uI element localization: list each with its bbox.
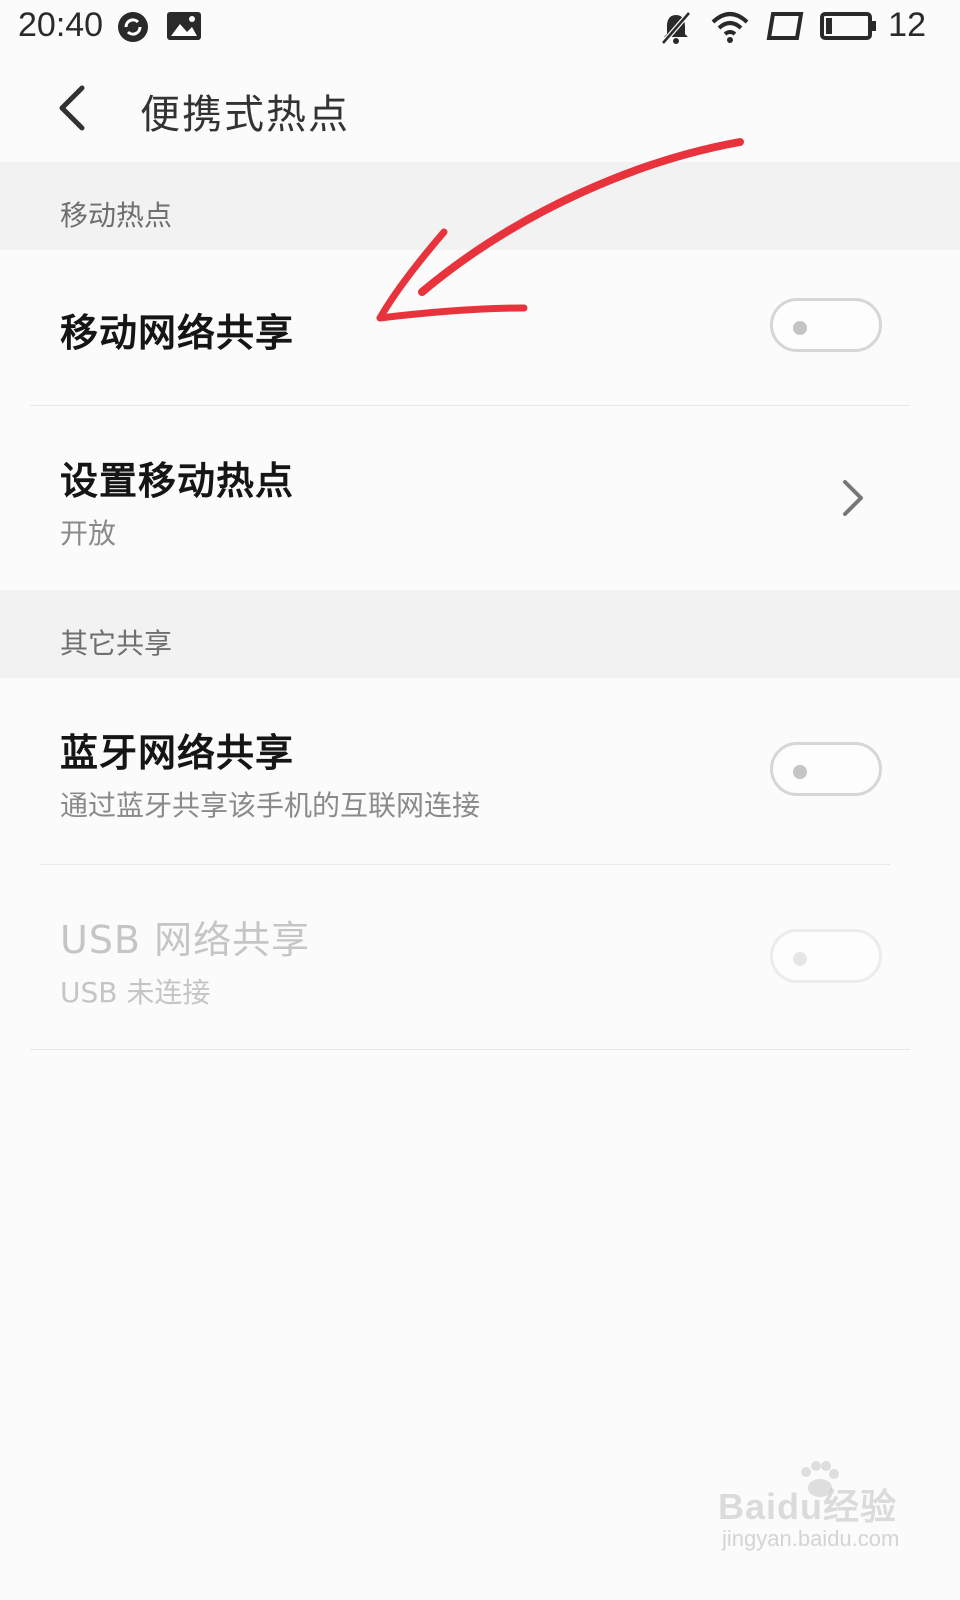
row-subtitle: 通过蓝牙共享该手机的互联网连接 — [60, 789, 481, 822]
silent-bell-icon — [658, 10, 694, 50]
toggle-knob — [793, 321, 807, 335]
bluetooth-sharing-toggle[interactable] — [770, 742, 882, 796]
status-bar: 20:40 12 — [0, 0, 960, 56]
screen-rotation-icon — [766, 10, 804, 46]
toggle-knob — [793, 952, 807, 966]
image-notification-icon — [166, 10, 202, 46]
battery-icon — [820, 10, 878, 46]
mobile-network-sharing-toggle[interactable] — [770, 298, 882, 352]
row-subtitle: 开放 — [60, 517, 117, 550]
row-setup-mobile-hotspot[interactable]: 设置移动热点 开放 — [0, 406, 960, 590]
section-header-other-sharing: 其它共享 — [0, 590, 960, 678]
row-title: 蓝牙网络共享 — [60, 731, 295, 775]
chevron-right-icon — [836, 476, 868, 524]
row-bluetooth-sharing[interactable]: 蓝牙网络共享 通过蓝牙共享该手机的互联网连接 — [0, 678, 960, 864]
row-title: USB 网络共享 — [60, 918, 311, 962]
back-button[interactable] — [48, 76, 104, 140]
battery-level: 12 — [888, 6, 926, 44]
section-header-label: 移动热点 — [60, 199, 173, 232]
watermark: Baidu经验 jingyan.baidu.com — [718, 1460, 948, 1570]
row-usb-sharing: USB 网络共享 USB 未连接 — [0, 865, 960, 1049]
watermark-url: jingyan.baidu.com — [722, 1526, 900, 1551]
section-header-mobile-hotspot: 移动热点 — [0, 162, 960, 250]
title-bar: 便携式热点 — [0, 56, 960, 163]
watermark-logo: Baidu经验 — [718, 1486, 898, 1527]
section-header-label: 其它共享 — [60, 627, 173, 660]
row-title: 移动网络共享 — [60, 311, 295, 355]
row-title: 设置移动热点 — [60, 459, 295, 503]
sync-icon — [116, 10, 150, 48]
status-time: 20:40 — [18, 6, 104, 44]
divider — [30, 1049, 910, 1050]
wifi-icon — [710, 10, 750, 48]
page-title: 便携式热点 — [140, 92, 350, 138]
usb-sharing-toggle — [770, 929, 882, 983]
toggle-knob — [793, 765, 807, 779]
row-subtitle: USB 未连接 — [60, 976, 211, 1009]
chevron-left-icon — [59, 85, 85, 131]
row-mobile-network-sharing[interactable]: 移动网络共享 — [0, 250, 960, 406]
